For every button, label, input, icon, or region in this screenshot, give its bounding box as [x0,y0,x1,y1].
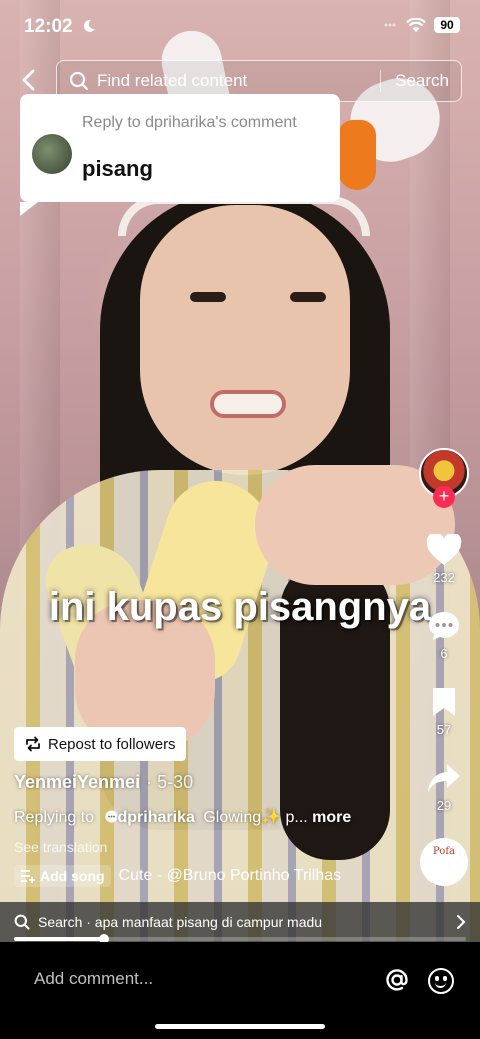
comment-bubble-icon[interactable] [427,610,461,642]
reply-label: Reply to dpriharika's comment [82,114,297,131]
progress-fill [14,937,105,941]
cellular-dots-icon [384,23,396,27]
repost-icon [26,736,40,752]
share-action[interactable]: 29 [416,762,472,813]
bookmark-icon[interactable] [431,686,457,718]
reply-comment-card[interactable]: Reply to dpriharika's comment pisang [20,94,340,216]
status-icons: 90 [384,17,460,33]
more-link[interactable]: more [312,809,351,826]
author-row[interactable]: YenmeiYenmei · 5-30 [14,772,193,793]
back-button[interactable] [14,66,42,94]
search-suggestion-bar[interactable]: Search · apa manfaat pisang di campur ma… [0,902,480,942]
comment-mini-icon [104,810,118,823]
creator-profile[interactable]: + [416,448,472,508]
playlist-add-icon [21,870,35,883]
replying-to-prefix: Replying to [14,809,95,826]
commenter-avatar [32,134,72,174]
save-action[interactable]: 57 [416,686,472,737]
mention-link[interactable]: dpriharika [118,809,195,826]
description-text: Glowing✨ p... [203,809,308,826]
comment-count: 6 [440,646,448,661]
face [140,205,350,475]
mention-button[interactable] [383,966,411,994]
like-count: 232 [433,570,455,585]
at-sign-icon [386,969,408,991]
reply-card-tail [20,202,38,216]
see-translation-link[interactable]: See translation [14,839,107,855]
search-icon [69,71,89,91]
search-button[interactable]: Search [395,71,449,91]
battery-indicator: 90 [434,17,460,33]
eye-right [290,292,326,302]
comment-action[interactable]: 6 [416,610,472,661]
post-description[interactable]: Replying to dpriharika Glowing✨ p... mor… [14,807,414,827]
chevron-right-icon [457,915,466,929]
follow-plus-icon[interactable]: + [433,486,455,508]
repost-label: Repost to followers [48,735,176,753]
eye-left [190,292,226,302]
emoji-button[interactable] [428,968,454,994]
post-date: · 5-30 [146,772,194,792]
carrot-clip [338,120,376,190]
music-disc[interactable]: Pofa [420,838,468,886]
share-count: 29 [436,798,452,813]
chevron-left-icon [22,69,35,91]
search-input[interactable]: Find related content [97,71,380,91]
song-title[interactable]: Cute - @Bruno Portinho Trilhas [119,867,342,885]
heart-icon[interactable] [426,534,462,566]
comment-bar: Add comment... [0,942,480,1039]
like-action[interactable]: 232 [416,534,472,585]
search-small-icon [14,914,30,930]
add-song-button[interactable]: Add song [14,865,111,887]
comment-input[interactable]: Add comment... [34,969,153,989]
search-divider [380,70,382,92]
repost-button[interactable]: Repost to followers [14,727,186,761]
author-name[interactable]: YenmeiYenmei [14,772,140,792]
wifi-icon [406,17,426,32]
headband [118,196,370,236]
add-song-label: Add song [40,868,105,884]
smile [210,390,286,418]
save-count: 57 [436,722,452,737]
moon-icon [83,19,95,32]
video-caption: ini kupas pisangnya [48,585,432,629]
share-arrow-icon[interactable] [427,762,461,794]
status-time: 12:02 [24,16,96,38]
status-time-text: 12:02 [24,16,73,37]
song-row[interactable]: Add song Cute - @Bruno Portinho Trilhas [14,865,341,887]
search-suggestion-text: Search · apa manfaat pisang di campur ma… [38,914,323,930]
reply-comment-text: pisang [82,156,153,181]
video-progress-bar[interactable] [14,934,466,944]
home-indicator [155,1024,325,1029]
music-disc-label: Pofa [432,846,455,857]
